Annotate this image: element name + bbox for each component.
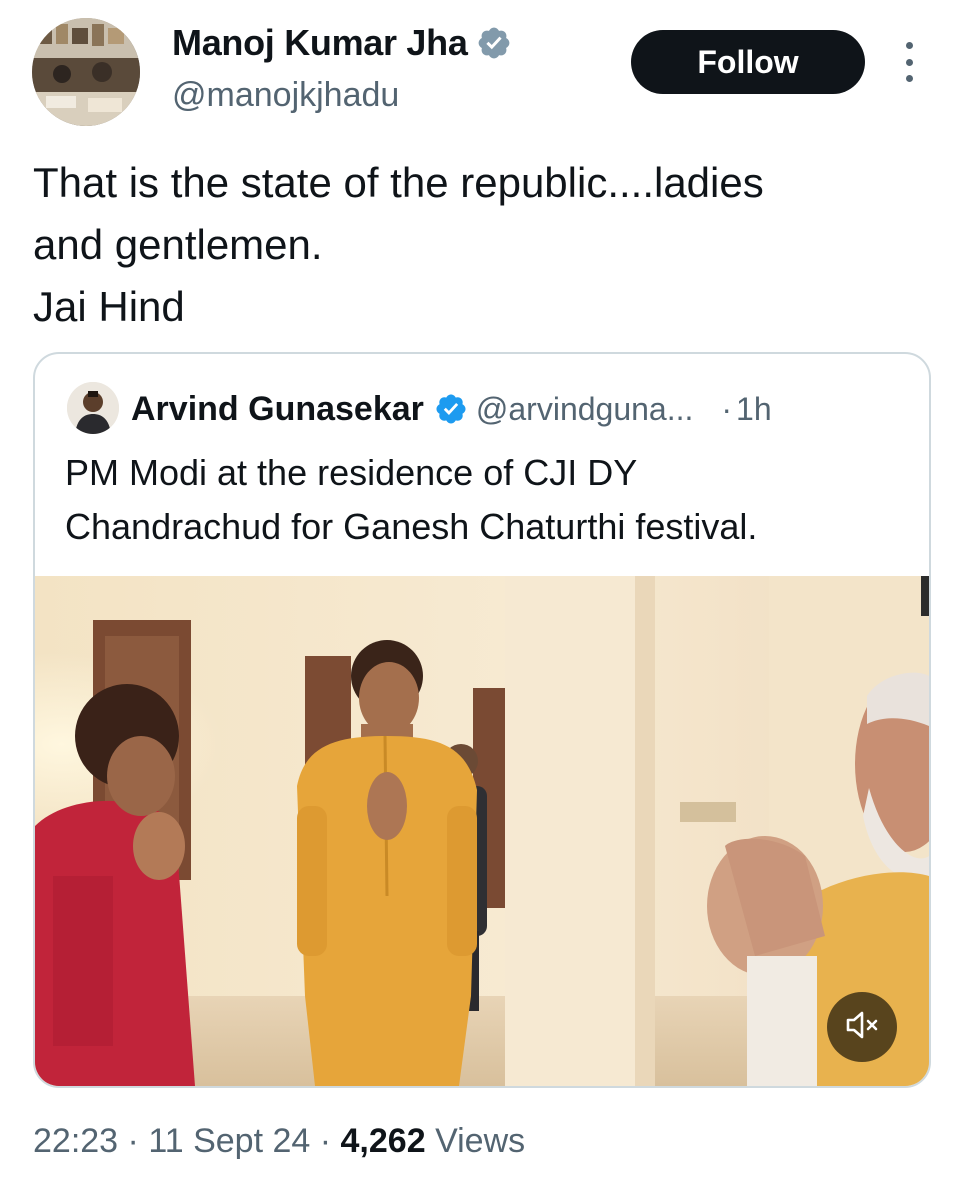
quoted-video[interactable] — [35, 576, 929, 1086]
views-count[interactable]: 4,262 — [341, 1122, 426, 1160]
views-label[interactable]: Views — [435, 1122, 525, 1160]
tweet-time[interactable]: 22:23 — [33, 1122, 118, 1160]
tweet-text: That is the state of the republic....lad… — [33, 152, 933, 338]
quoted-text-line: Chandrachud for Ganesh Chaturthi festiva… — [65, 506, 758, 547]
quoted-tweet-time[interactable]: 1h — [736, 391, 772, 428]
tweet-text-line: That is the state of the republic....lad… — [33, 159, 764, 206]
quoted-text-line: PM Modi at the residence of CJI DY — [65, 452, 638, 493]
verified-badge-icon[interactable] — [476, 25, 512, 61]
author-name[interactable]: Manoj Kumar Jha — [172, 22, 468, 64]
tweet-meta: 22:23 · 11 Sept 24 · 4,262 Views — [33, 1122, 525, 1161]
quoted-tweet-text: PM Modi at the residence of CJI DY Chand… — [65, 446, 905, 554]
more-options-icon[interactable] — [898, 42, 920, 82]
quoted-author-handle[interactable]: @arvindguna... — [476, 391, 694, 428]
quoted-author-name[interactable]: Arvind Gunasekar — [131, 390, 424, 429]
speaker-muted-icon — [845, 1010, 879, 1045]
quoted-author-avatar[interactable] — [67, 382, 119, 434]
separator-dot: · — [721, 390, 733, 427]
tweet-text-line: Jai Hind — [33, 283, 185, 330]
mute-toggle-button[interactable] — [827, 992, 897, 1062]
tweet-text-line: and gentlemen. — [33, 221, 323, 268]
separator-dot: · — [319, 1122, 332, 1160]
separator-dot: · — [127, 1122, 139, 1160]
tweet-date[interactable]: 11 Sept 24 — [148, 1122, 310, 1160]
verified-badge-icon[interactable] — [434, 392, 468, 426]
quoted-tweet-header: Arvind Gunasekar @arvindguna... · 1h — [131, 386, 899, 432]
follow-button[interactable]: Follow — [631, 30, 865, 94]
author-avatar[interactable] — [32, 18, 140, 126]
quoted-tweet-card[interactable]: Arvind Gunasekar @arvindguna... · 1h PM … — [33, 352, 931, 1088]
author-name-row[interactable]: Manoj Kumar Jha — [172, 22, 512, 64]
author-handle[interactable]: @manojkjhadu — [172, 76, 399, 115]
